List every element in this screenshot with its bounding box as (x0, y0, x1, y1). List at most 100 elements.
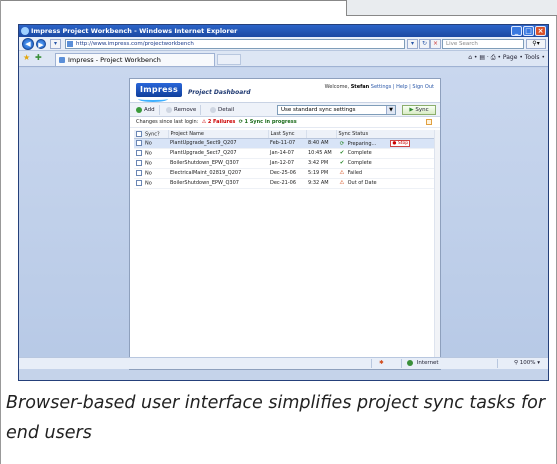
close-button[interactable]: × (535, 26, 546, 36)
project-name-cell[interactable]: PlantUpgrade_Sect7_Q207 (168, 148, 268, 159)
search-icon[interactable]: ⚲▾ (526, 39, 546, 49)
sync-label: Sync (415, 107, 429, 113)
minimize-button[interactable]: _ (511, 26, 522, 36)
warning-icon: ⚠ (339, 180, 345, 186)
play-icon: ▶ (409, 107, 414, 113)
last-sync-date-cell: Jan-14-07 (268, 148, 306, 159)
sync-button[interactable]: ▶ Sync (402, 105, 436, 115)
app-header: Impress Project Dashboard Welcome, Stefa… (130, 79, 440, 103)
logo-swoosh (138, 96, 168, 102)
row-checkbox[interactable] (136, 169, 142, 176)
sync-cell[interactable]: No (134, 178, 168, 189)
tab-label: Impress - Project Workbench (68, 56, 161, 64)
address-dropdown-icon[interactable]: ▾ (407, 39, 418, 49)
column-header[interactable]: Project Name (168, 130, 269, 139)
sync-status-cell: ✔ Complete (336, 158, 438, 169)
column-header[interactable]: Last Sync (268, 130, 307, 139)
project-dashboard-app: Impress Project Dashboard Welcome, Stefa… (129, 78, 441, 370)
welcome-prefix: Welcome, (324, 84, 350, 90)
zoom-icon: ⚲ (513, 360, 518, 366)
back-icon[interactable]: ◀ (22, 38, 34, 50)
add-favorite-icon[interactable]: ✚ (35, 53, 42, 63)
row-checkbox[interactable] (136, 149, 142, 156)
zoom-control[interactable]: ⚲ 100% ▾ (514, 358, 540, 369)
tab-impress-project-workbench[interactable]: Impress - Project Workbench (55, 53, 215, 66)
project-name-cell[interactable]: BoilerShutdown_EPW_Q307 (168, 158, 268, 169)
stop-sync-button[interactable]: ● Stop (390, 139, 411, 147)
frame-left-border (0, 0, 1, 464)
sync-value: No (145, 150, 152, 157)
sync-cell[interactable]: No (134, 168, 168, 179)
last-sync-time-cell: 5:19 PM (306, 168, 336, 179)
status-text: Complete (347, 160, 372, 166)
sync-cell[interactable]: No (134, 138, 168, 149)
figure-frame: Impress Project Workbench - Windows Inte… (0, 0, 557, 464)
welcome-bar: Welcome, Stefan Settings | Help | Sign O… (325, 84, 434, 90)
column-header[interactable]: Sync Status (336, 130, 438, 139)
command-bar[interactable]: ⌂ • ▤ · ⎙ • Page • Tools • (468, 53, 545, 63)
column-header[interactable]: Sync? (134, 130, 169, 139)
add-label: Add (144, 107, 155, 113)
project-name-cell[interactable]: ElectricalMaint_02819_Q207 (168, 168, 268, 179)
table-row[interactable]: No PlantUpgrade_Sect7_Q207 Jan-14-07 10:45 … (134, 148, 438, 159)
app-toolbar: Add Remove Detail Use standard sync sett… (130, 103, 440, 117)
logo-text: Impress (139, 85, 179, 94)
window-title: Impress Project Workbench - Windows Inte… (31, 27, 238, 35)
history-dropdown-icon[interactable]: ▾ (50, 39, 61, 49)
stop-icon[interactable]: × (430, 39, 441, 49)
column-header[interactable] (306, 130, 337, 139)
project-name-cell[interactable]: BoilerShutdown_EPW_Q307 (168, 178, 268, 189)
search-input[interactable]: Live Search (442, 39, 524, 49)
table-row[interactable]: No BoilerShutdown_EPW_Q307 Jan-12-07 3:42 P… (134, 158, 438, 169)
progress-icon: ⟳ (339, 140, 345, 147)
row-checkbox[interactable] (136, 159, 142, 166)
last-sync-time-cell: 10:45 AM (306, 148, 336, 159)
progress-icon: ⟳ (236, 119, 243, 125)
forward-icon[interactable]: ▶ (36, 39, 46, 49)
frame-top-border (0, 0, 346, 1)
sync-status-cell: ✔ Complete (336, 148, 438, 159)
table-row[interactable]: No BoilerShutdown_EPW_Q307 Dec-21-06 9:32 A… (134, 178, 438, 189)
page-icon (67, 41, 73, 47)
globe-icon (407, 359, 413, 366)
dismiss-icon[interactable] (426, 119, 432, 125)
row-checkbox[interactable] (136, 139, 142, 146)
check-icon: ✔ (339, 160, 345, 166)
security-icon[interactable]: ✱ (379, 358, 384, 369)
maximize-button[interactable]: □ (523, 26, 534, 36)
last-sync-time-cell: 9:32 AM (306, 178, 336, 189)
sync-settings-value: Use standard sync settings (281, 107, 356, 113)
row-checkbox[interactable] (136, 179, 142, 186)
sync-cell[interactable]: No (134, 158, 168, 169)
address-text: http://www.impress.com/projectworkbench (76, 41, 194, 47)
chevron-down-icon: ▼ (386, 106, 395, 114)
new-tab-button[interactable] (217, 54, 241, 65)
add-button[interactable]: Add (134, 105, 160, 115)
last-sync-time-cell: 8:40 AM (306, 138, 336, 149)
refresh-icon[interactable]: ↻ (419, 39, 430, 49)
remove-button[interactable]: Remove (164, 105, 202, 115)
detail-label: Detail (218, 107, 235, 113)
table-scrollbar[interactable] (434, 130, 440, 363)
status-text: Failed (347, 170, 363, 176)
detail-button[interactable]: Detail (208, 105, 238, 115)
select-all-checkbox[interactable] (136, 130, 142, 137)
in-progress-count[interactable]: 1 Sync in progress (244, 119, 296, 125)
project-name-cell[interactable]: PlantUpgrade_Sect9_Q207 (168, 138, 268, 149)
sync-settings-select[interactable]: Use standard sync settings ▼ (277, 105, 396, 115)
sync-cell[interactable]: No (134, 148, 168, 159)
last-sync-date-cell: Jan-12-07 (268, 158, 306, 169)
tab-bar: ★ ✚ Impress - Project Workbench ⌂ • ▤ · … (19, 51, 548, 67)
page-viewport: Impress Project Dashboard Welcome, Stefa… (19, 68, 548, 370)
dashboard-title: Project Dashboard (188, 89, 251, 96)
failures-count[interactable]: 2 Failures (208, 119, 236, 125)
check-icon: ✔ (339, 150, 345, 156)
table-row[interactable]: No PlantUpgrade_Sect9_Q207 Feb-11-07 8:40 A… (134, 138, 438, 149)
address-input[interactable]: http://www.impress.com/projectworkbench (65, 39, 405, 49)
table-header-row: Sync? Project Name Last Sync Sync Status (134, 130, 438, 139)
account-links[interactable]: Settings | Help | Sign Out (371, 84, 434, 90)
figure-caption: Browser-based user interface simplifies … (6, 393, 546, 443)
favorites-star-icon[interactable]: ★ (23, 53, 30, 63)
table-row[interactable]: No ElectricalMaint_02819_Q207 Dec-25-06 5:1… (134, 168, 438, 179)
sync-status-cell: ⟳ Preparing... ● Stop (336, 138, 438, 149)
